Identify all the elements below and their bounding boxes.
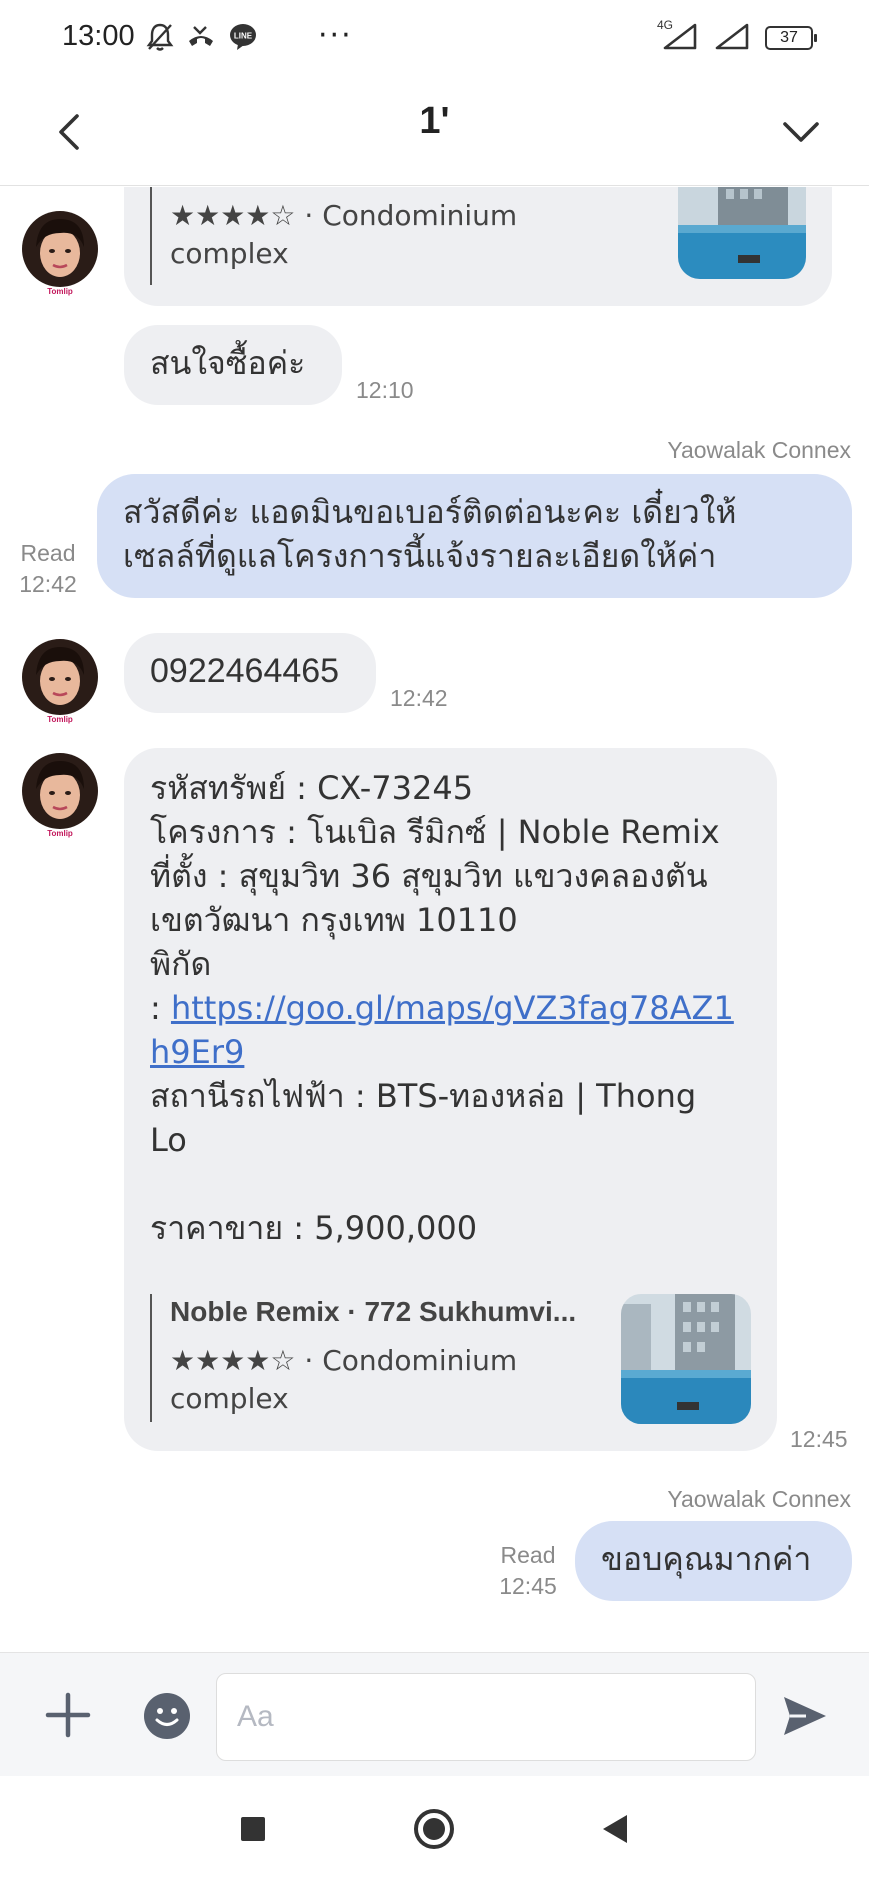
listing-price: ราคาขาย : 5,900,000 [150, 1209, 478, 1247]
message-text-input[interactable] [216, 1673, 756, 1761]
send-button[interactable] [780, 1693, 830, 1739]
place-title: Noble Remix · 772 Sukhumvi... [170, 1296, 577, 1327]
avatar-caption: Tomlip [47, 715, 73, 724]
place-type: complex [170, 237, 289, 270]
message-text: ขอบคุณมากค่า [601, 1540, 812, 1578]
listing-bts-station-cont: Lo [150, 1121, 187, 1159]
listing-code: รหัสทรัพย์ : CX-73245 [150, 769, 474, 807]
place-thumbnail [678, 187, 806, 279]
read-label: Read [500, 1542, 556, 1568]
listing-project: โครงการ : โนเบิล รีมิกซ์ | Noble Remix [150, 813, 720, 851]
smiley-icon [155, 1708, 179, 1726]
avatar [22, 211, 98, 287]
triangle-back-icon [603, 1815, 627, 1843]
chat-header: 1' [0, 78, 869, 186]
contact-avatar[interactable]: Tomlip [22, 753, 98, 838]
svg-text:LINE: LINE [234, 32, 253, 41]
place-type: complex [170, 1382, 289, 1415]
sender-name: Yaowalak Connex [667, 1486, 851, 1512]
status-bar: 13:00 LINE ··· 4G 37 [0, 0, 869, 78]
avatar [22, 753, 98, 829]
circle-icon [414, 1809, 454, 1849]
message-bubble-outgoing[interactable]: สวัสดีค่ะ แอดมินขอเบอร์ติดต่อนะคะ เดี๋ยว… [97, 474, 852, 598]
chevron-down-button[interactable] [771, 102, 831, 162]
avatar-caption: Tomlip [47, 829, 73, 838]
place-rating: ★★★★☆ · Condominium [170, 199, 518, 232]
read-receipt: Read 12:45 [490, 1540, 566, 1602]
status-time: 13:00 [62, 20, 135, 52]
message-text: 0922464465 [150, 652, 340, 690]
message-line-2: เซลล์ที่ดูแลโครงการนี้แจ้งรายละเอียดให้ค… [123, 537, 717, 575]
read-receipt: Read 12:42 [12, 538, 84, 600]
place-card: ★★★★☆ · Condominium complex [150, 187, 570, 285]
network-type-label: 4G [657, 18, 674, 32]
chevron-down-icon [783, 122, 819, 142]
map-link-continued[interactable]: h9Er9 [150, 1030, 244, 1074]
message-text: สนใจซื้อค่ะ [150, 344, 306, 382]
place-thumbnail [621, 1294, 751, 1424]
read-time: 12:45 [499, 1573, 557, 1599]
listing-coords-label: พิกัด [150, 945, 212, 983]
emoji-button[interactable] [144, 1693, 190, 1739]
listing-message-bubble[interactable]: รหัสทรัพย์ : CX-73245 โครงการ : โนเบิล ร… [124, 748, 777, 1451]
contact-avatar[interactable]: Tomlip [22, 639, 98, 724]
chat-message-list[interactable]: Tomlip ★★★★☆ · Condominium complex สนใจซ… [0, 187, 869, 1652]
status-system-icons: 4G 37 [657, 18, 817, 54]
place-card-bubble[interactable]: ★★★★☆ · Condominium complex [124, 187, 832, 306]
status-more-dots: ··· [318, 18, 353, 53]
add-attachment-button[interactable] [40, 1687, 96, 1743]
back-nav-button[interactable] [590, 1804, 640, 1854]
listing-location: ที่ตั้ง : สุขุมวิท 36 สุขุมวิท แขวงคลองต… [150, 857, 708, 895]
signal-4g-icon: 4G [657, 18, 699, 54]
message-bubble-outgoing[interactable]: ขอบคุณมากค่า [575, 1521, 852, 1601]
avatar [22, 639, 98, 715]
recents-button[interactable] [228, 1804, 278, 1854]
message-line-1: สวัสดีค่ะ แอดมินขอเบอร์ติดต่อนะคะ เดี๋ยว… [123, 493, 737, 531]
listing-bts-station: สถานีรถไฟฟ้า : BTS-ทองหล่อ | Thong [150, 1077, 697, 1115]
chat-title: 1' [419, 100, 450, 142]
place-card[interactable]: Noble Remix · 772 Sukhumvi... ★★★★☆ · Co… [150, 1294, 590, 1422]
read-label: Read [20, 540, 76, 566]
home-button[interactable] [409, 1804, 459, 1854]
send-arrow-icon [784, 1697, 826, 1735]
listing-map-link-line: : https://goo.gl/maps/gVZ3fag78AZ1 [150, 986, 734, 1030]
link-prefix: : [150, 989, 171, 1027]
place-rating: ★★★★☆ · Condominium [170, 1344, 518, 1377]
battery-icon: 37 [765, 26, 817, 50]
message-time: 12:10 [356, 377, 414, 403]
signal-icon [713, 22, 751, 54]
listing-district: เขตวัฒนา กรุงเทพ 10110 [150, 901, 518, 939]
missed-call-icon [186, 23, 216, 55]
message-bubble-incoming[interactable]: สนใจซื้อค่ะ [124, 325, 342, 405]
message-time: 12:45 [790, 1426, 848, 1452]
map-link[interactable]: https://goo.gl/maps/gVZ3fag78AZ1 [171, 989, 734, 1027]
message-time: 12:42 [390, 685, 448, 711]
message-bubble-incoming[interactable]: 0922464465 [124, 633, 376, 713]
contact-avatar[interactable]: Tomlip [22, 211, 98, 296]
status-notification-icons: LINE [146, 22, 258, 56]
system-navigation-bar [0, 1776, 869, 1883]
mute-bell-icon [146, 22, 174, 56]
plus-icon [45, 1692, 91, 1738]
square-icon [241, 1817, 265, 1841]
avatar-caption: Tomlip [47, 287, 73, 296]
sender-name: Yaowalak Connex [667, 437, 851, 463]
line-app-icon: LINE [228, 23, 258, 55]
message-input-bar [0, 1652, 869, 1776]
read-time: 12:42 [19, 571, 77, 597]
